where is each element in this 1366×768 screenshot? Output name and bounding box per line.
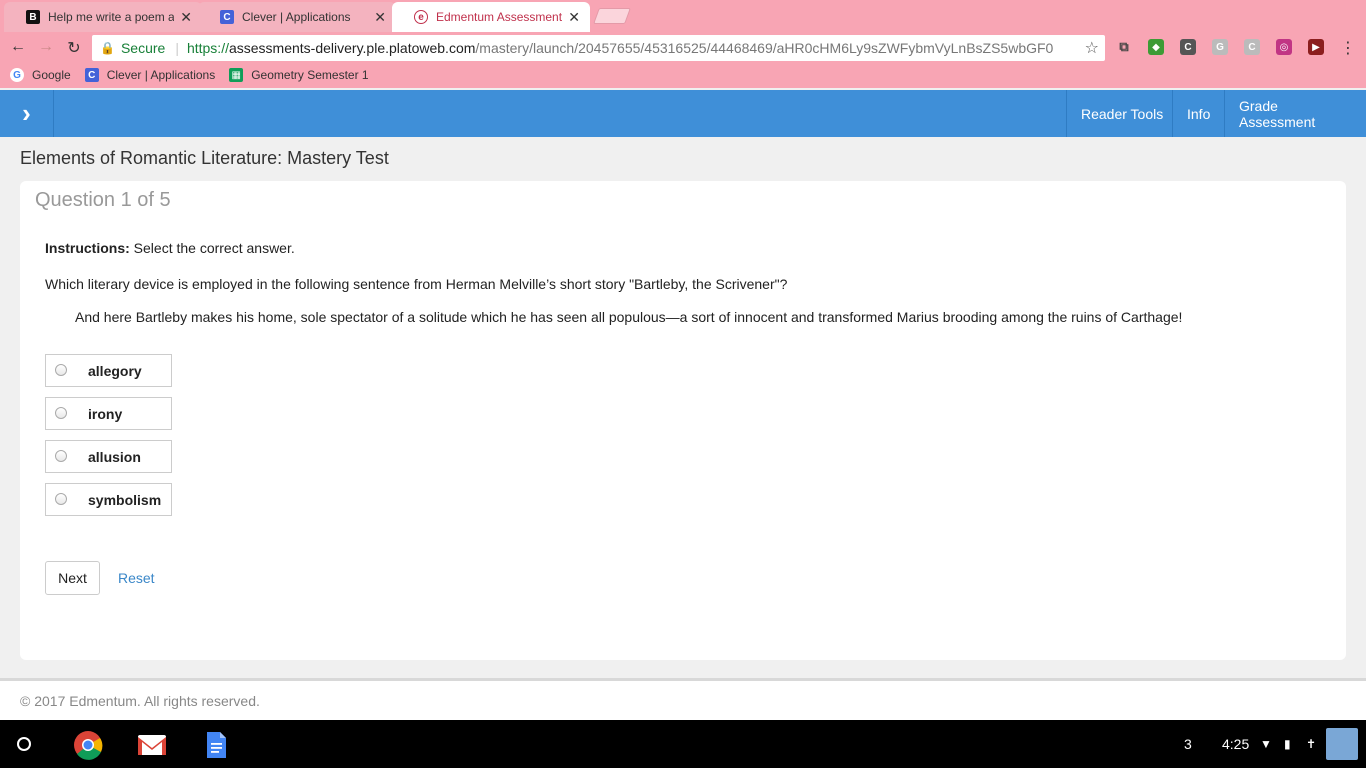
star-icon[interactable]: ☆: [1085, 38, 1099, 58]
tab-title: Clever | Applications: [242, 10, 351, 24]
url-path: /mastery/launch/20457655/45316525/444684…: [475, 40, 1054, 56]
tab-poem[interactable]: B Help me write a poem as ✕: [4, 2, 202, 32]
info-button[interactable]: Info: [1172, 90, 1224, 137]
b-icon: B: [26, 10, 40, 24]
clock[interactable]: 4:25: [1222, 720, 1249, 768]
accessibility-icon[interactable]: ✝: [1306, 720, 1316, 768]
instructions-text: Select the correct answer.: [133, 240, 295, 256]
copyright: © 2017 Edmentum. All rights reserved.: [20, 693, 260, 709]
security-label: Secure: [120, 40, 166, 56]
wifi-icon[interactable]: ▼: [1260, 720, 1272, 768]
separator: |: [175, 40, 179, 56]
extension-g-icon[interactable]: G: [1212, 39, 1228, 55]
close-icon[interactable]: ✕: [568, 9, 580, 26]
video-icon[interactable]: ▶: [1308, 39, 1324, 55]
address-bar[interactable]: 🔒 Secure | https:// assessments-delivery…: [92, 35, 1105, 61]
forward-icon[interactable]: →: [36, 38, 56, 56]
close-icon[interactable]: ✕: [180, 9, 192, 26]
back-icon[interactable]: ←: [8, 38, 28, 56]
bookmark-clever[interactable]: C Clever | Applications: [84, 68, 216, 82]
radio-button[interactable]: [55, 492, 67, 505]
battery-icon[interactable]: ▮: [1284, 720, 1291, 768]
bookmark-google[interactable]: G Google: [10, 68, 71, 82]
question-number: Question 1 of 5: [35, 189, 171, 211]
page-title: Elements of Romantic Literature: Mastery…: [20, 148, 389, 168]
radio-button[interactable]: [55, 449, 67, 462]
option-label: symbolism: [88, 491, 162, 508]
cast-icon[interactable]: ⧉: [1116, 39, 1132, 55]
os-shelf: 3 4:25 ▼ ▮ ✝: [0, 720, 1366, 768]
tab-clever[interactable]: C Clever | Applications ✕: [198, 2, 396, 32]
question-card: Question 1 of 5 Instructions: Select the…: [20, 181, 1346, 660]
browser-tab-strip: B Help me write a poem as ✕ C Clever | A…: [0, 0, 1366, 32]
bookmarks-bar: G Google C Clever | Applications ▦ Geome…: [0, 62, 1366, 88]
option-symbolism[interactable]: symbolism: [45, 483, 172, 516]
sheets-icon: ▦: [229, 68, 244, 82]
reader-tools-button[interactable]: Reader Tools: [1066, 90, 1177, 137]
clever-icon: C: [220, 10, 234, 24]
bookmark-label: Clever | Applications: [106, 68, 216, 82]
option-label: irony: [88, 405, 123, 422]
option-irony[interactable]: irony: [45, 397, 172, 430]
clever-icon: C: [84, 68, 99, 82]
question-quote: And here Bartleby makes his home, sole s…: [75, 309, 1183, 325]
reset-link[interactable]: Reset: [118, 570, 155, 586]
avatar[interactable]: [1326, 720, 1358, 768]
close-icon[interactable]: ✕: [374, 9, 386, 26]
menu-dots-icon[interactable]: ⋮: [1338, 38, 1358, 58]
docs-icon[interactable]: [201, 730, 231, 760]
url-host: assessments-delivery.ple.platoweb.com: [228, 40, 476, 56]
bookmark-geometry[interactable]: ▦ Geometry Semester 1: [229, 68, 369, 82]
chevron-right-icon[interactable]: ›: [0, 90, 54, 137]
edmentum-icon: e: [414, 10, 428, 24]
option-allusion[interactable]: allusion: [45, 440, 172, 473]
question-prompt: Which literary device is employed in the…: [45, 276, 788, 292]
bookmark-label: Geometry Semester 1: [251, 68, 369, 82]
instagram-icon[interactable]: ◎: [1276, 39, 1292, 55]
gmail-icon[interactable]: [137, 730, 167, 760]
grade-assessment-button[interactable]: Grade Assessment: [1224, 90, 1366, 137]
browser-toolbar: ← → ↻ 🔒 Secure | https:// assessments-de…: [0, 32, 1366, 62]
reload-icon[interactable]: ↻: [64, 38, 84, 58]
option-label: allusion: [88, 448, 141, 465]
tab-edmentum[interactable]: e Edmentum Assessment ✕: [392, 2, 590, 32]
tab-title: Edmentum Assessment: [436, 10, 563, 24]
google-icon: G: [10, 68, 24, 82]
extension-c2-icon[interactable]: C: [1244, 39, 1260, 55]
option-label: allegory: [88, 362, 142, 379]
extension-c-icon[interactable]: C: [1180, 39, 1196, 55]
radio-button[interactable]: [55, 363, 67, 376]
notification-count[interactable]: 3: [1184, 720, 1192, 768]
chrome-icon[interactable]: [73, 730, 103, 760]
url-scheme: https://: [186, 40, 229, 56]
lock-icon: 🔒: [100, 41, 115, 55]
option-allegory[interactable]: allegory: [45, 354, 172, 387]
tab-title: Help me write a poem as: [48, 10, 175, 24]
next-button[interactable]: Next: [45, 561, 100, 595]
radio-button[interactable]: [55, 406, 67, 419]
launcher-icon[interactable]: [17, 737, 31, 751]
new-tab-button[interactable]: [593, 8, 631, 24]
instructions: Instructions: Select the correct answer.: [45, 240, 295, 256]
classroom-icon[interactable]: ◆: [1148, 39, 1164, 55]
bookmark-label: Google: [32, 68, 71, 82]
app-header: › Reader Tools Info Grade Assessment: [0, 90, 1366, 137]
instructions-label: Instructions:: [45, 240, 130, 256]
footer: © 2017 Edmentum. All rights reserved.: [0, 681, 1366, 720]
